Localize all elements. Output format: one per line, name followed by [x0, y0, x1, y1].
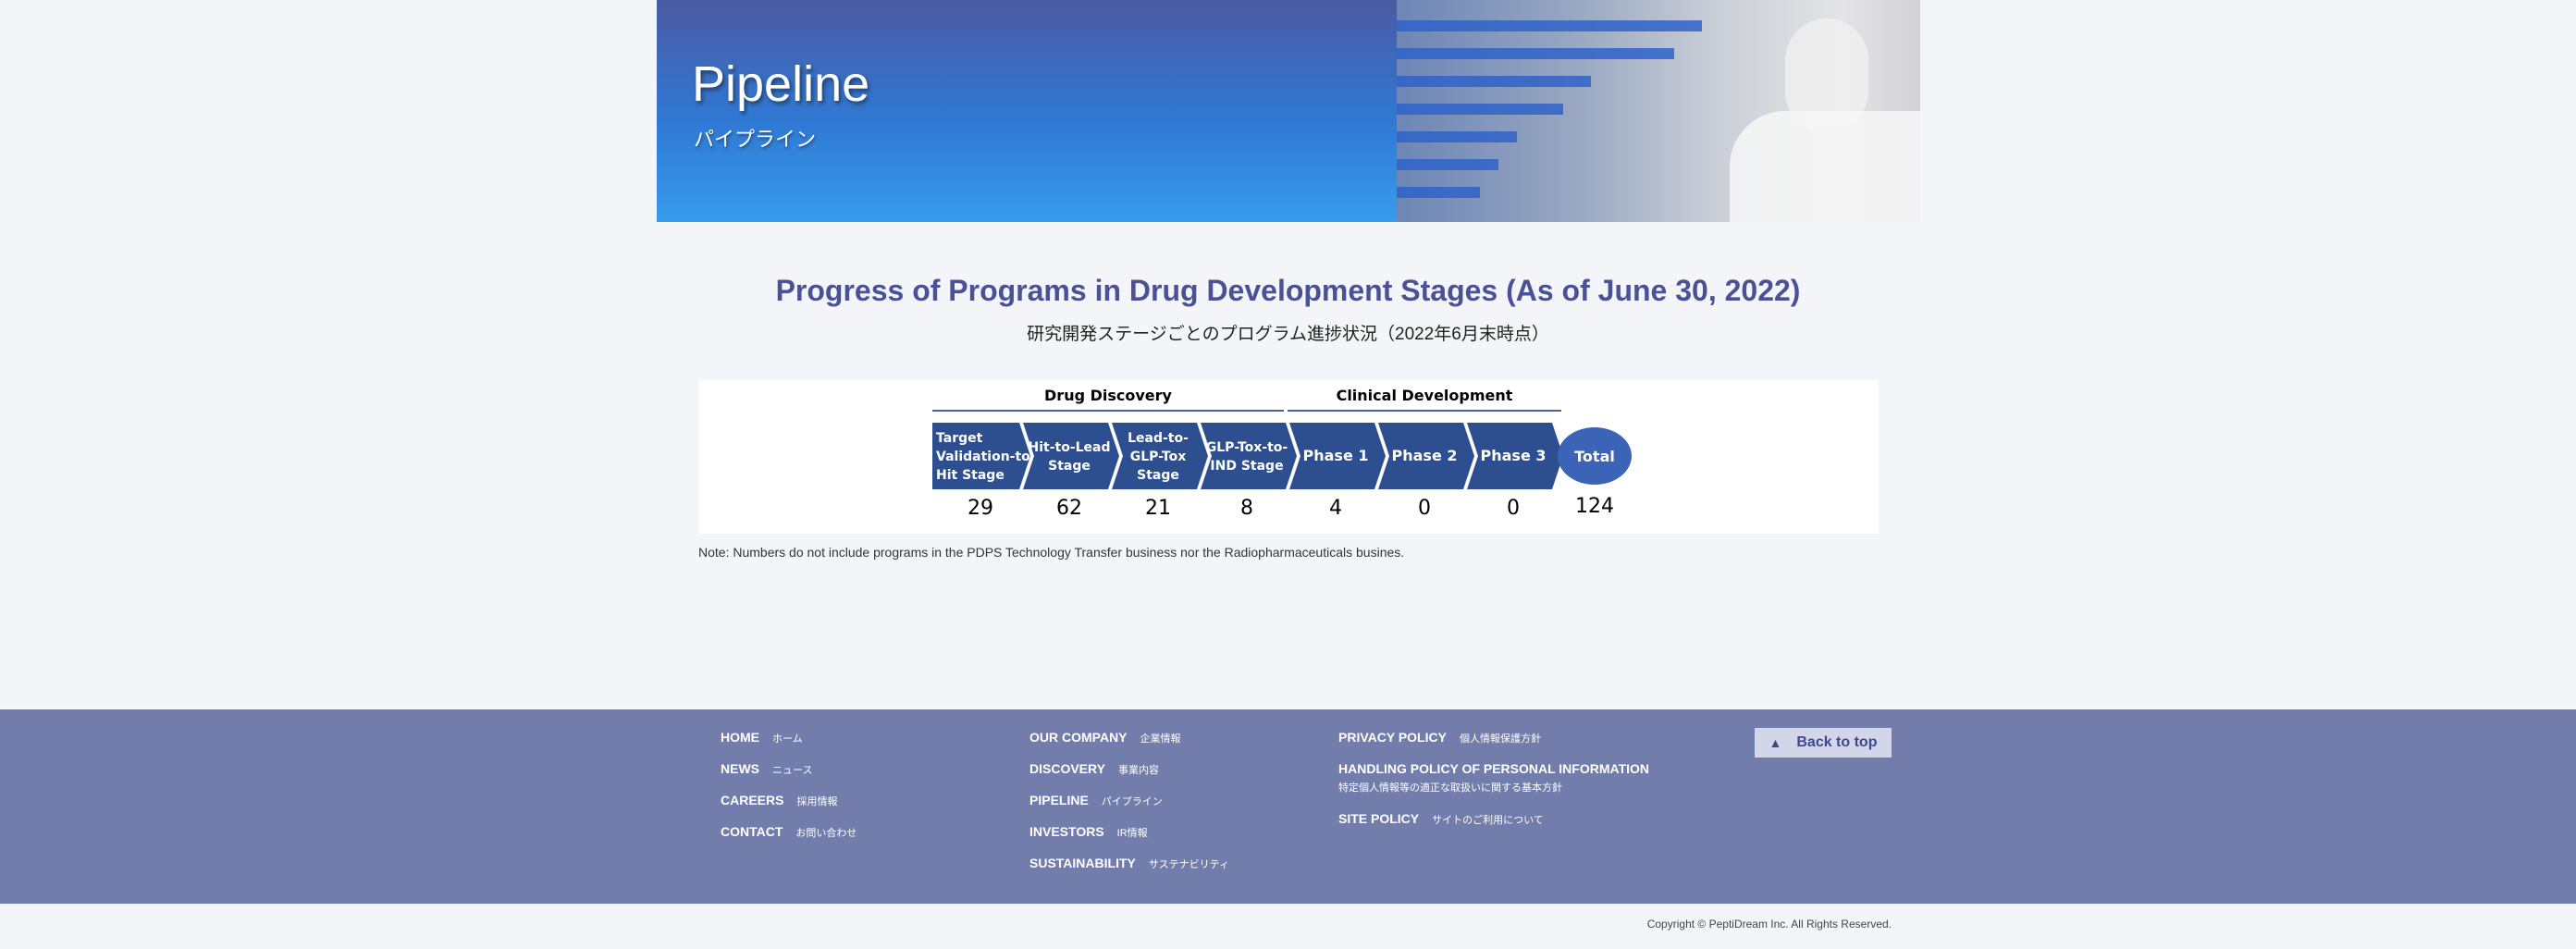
footer-link-sustainability[interactable]: Sustainability サステナビリティ — [1029, 855, 1229, 886]
footer-link-japanese: IR情報 — [1116, 828, 1148, 839]
footer-link-label: Site Policy — [1338, 811, 1420, 826]
footer-link-label: Careers — [721, 793, 784, 807]
footer-link-home[interactable]: Home ホーム — [721, 729, 857, 760]
group-label: Clinical Development — [1337, 387, 1513, 404]
footer-link-japanese: 採用情報 — [796, 796, 838, 807]
stage-label: GLP-Tox-to- — [1206, 440, 1288, 455]
stage-count: 29 — [968, 497, 993, 520]
stage-label: Stage — [1048, 459, 1091, 474]
footer-link-japanese: 企業情報 — [1140, 733, 1181, 745]
hero-photo — [1397, 0, 1920, 222]
footer-link-japanese: 個人情報保護方針 — [1459, 733, 1541, 745]
stage-label: Target — [936, 431, 983, 446]
footer-link-discovery[interactable]: Discovery 事業内容 — [1029, 760, 1229, 792]
footer-link-japanese: ニュース — [772, 765, 813, 776]
section-subtitle: 研究開発ステージごとのプログラム進捗状況（2022年6月末時点） — [1027, 325, 1549, 344]
stage-chevron — [1023, 423, 1119, 489]
back-to-top-label: Back to top — [1796, 734, 1878, 750]
total-label: Total — [1574, 448, 1615, 465]
up-arrow-icon: ▲ — [1769, 735, 1782, 750]
footer-link-japanese: サステナビリティ — [1148, 859, 1229, 870]
footer-link-label: Home — [721, 730, 759, 745]
page-title: Pipeline — [692, 56, 870, 112]
footer-link-label: Our Company — [1029, 730, 1128, 745]
footer-link-contact[interactable]: Contact お問い合わせ — [721, 823, 857, 855]
back-to-top-button[interactable]: ▲ Back to top — [1755, 728, 1892, 758]
stage-label: Phase 3 — [1481, 447, 1547, 464]
section-title: Progress of Programs in Drug Development… — [775, 274, 1801, 307]
footer-link-label: Contact — [721, 824, 783, 839]
footer-link-label: News — [721, 761, 759, 776]
stage-count: 62 — [1056, 497, 1082, 520]
copyright: Copyright © PeptiDream Inc. All Rights R… — [1646, 918, 1892, 931]
stage-label: Stage — [1137, 468, 1179, 483]
footer-link-label: Sustainability — [1029, 856, 1136, 870]
stage-chevron — [1201, 423, 1297, 489]
footer-link-label: Discovery — [1029, 761, 1105, 776]
site-footer: Home ホーム News ニュース Careers 採用情報 Contact お問い合わせ … — [0, 709, 2576, 904]
stage-count: 8 — [1240, 497, 1253, 520]
stage-label: Phase 1 — [1303, 447, 1369, 464]
stage-label: Lead-to- — [1128, 431, 1189, 446]
footer-link-careers[interactable]: Careers 採用情報 — [721, 792, 857, 823]
footer-link-site-policy[interactable]: Site Policy サイトのご利用について — [1338, 810, 1649, 842]
stage-label: GLP-Tox — [1130, 450, 1187, 464]
footer-link-label: Handling Policy of Personal Information — [1338, 761, 1650, 776]
footer-link-pipeline[interactable]: Pipeline パイプライン — [1029, 792, 1229, 823]
page-subtitle: パイプライン — [694, 128, 817, 151]
footer-link-our-company[interactable]: Our Company 企業情報 — [1029, 729, 1229, 760]
stage-label: Hit-to-Lead — [1028, 440, 1110, 455]
hero-banner: Pipeline パイプライン — [657, 0, 1920, 222]
footer-link-japanese: パイプライン — [1101, 796, 1163, 807]
footer-link-japanese: 特定個人情報等の適正な取扱いに関する基本方針 — [1338, 783, 1562, 794]
footnote: Note: Numbers do not include programs in… — [698, 545, 1405, 560]
footer-link-label: Privacy Policy — [1338, 730, 1447, 745]
footer-column-1: Home ホーム News ニュース Careers 採用情報 Contact お問い合わせ — [721, 729, 857, 855]
footer-link-japanese: お問い合わせ — [795, 828, 857, 839]
group-label: Drug Discovery — [1044, 387, 1173, 404]
total-count: 124 — [1575, 495, 1614, 518]
footer-link-label: Investors — [1029, 824, 1104, 839]
footer-column-2: Our Company 企業情報 Discovery 事業内容 Pipeline パイプラ… — [1029, 729, 1229, 886]
footer-link-label: Pipeline — [1029, 793, 1089, 807]
stage-count: 4 — [1329, 497, 1342, 520]
footer-link-investors[interactable]: Investors IR情報 — [1029, 823, 1229, 855]
footer-link-news[interactable]: News ニュース — [721, 760, 857, 792]
stage-label: Hit Stage — [936, 468, 1005, 483]
stage-label: IND Stage — [1210, 459, 1283, 474]
footer-link-japanese: ホーム — [772, 733, 803, 745]
footer-link-japanese: サイトのご利用について — [1432, 815, 1544, 826]
footer-column-3: Privacy Policy 個人情報保護方針 Handling Policy of… — [1338, 729, 1649, 842]
stage-count: 0 — [1418, 497, 1431, 520]
footer-link-japanese: 事業内容 — [1117, 765, 1159, 776]
footer-link-privacy-policy[interactable]: Privacy Policy 個人情報保護方針 — [1338, 729, 1649, 760]
pipeline-panel: Drug Discovery Clinical Development Targe… — [698, 380, 1879, 534]
pipeline-diagram: Drug Discovery Clinical Development Targe… — [932, 387, 1632, 520]
stage-label: Phase 2 — [1392, 447, 1458, 464]
stage-count: 0 — [1507, 497, 1520, 520]
stage-count: 21 — [1145, 497, 1171, 520]
footer-link-handling-policy-of-personal-information[interactable]: Handling Policy of Personal Information 特… — [1338, 760, 1649, 810]
stage-label: Validation-to- — [936, 450, 1036, 464]
